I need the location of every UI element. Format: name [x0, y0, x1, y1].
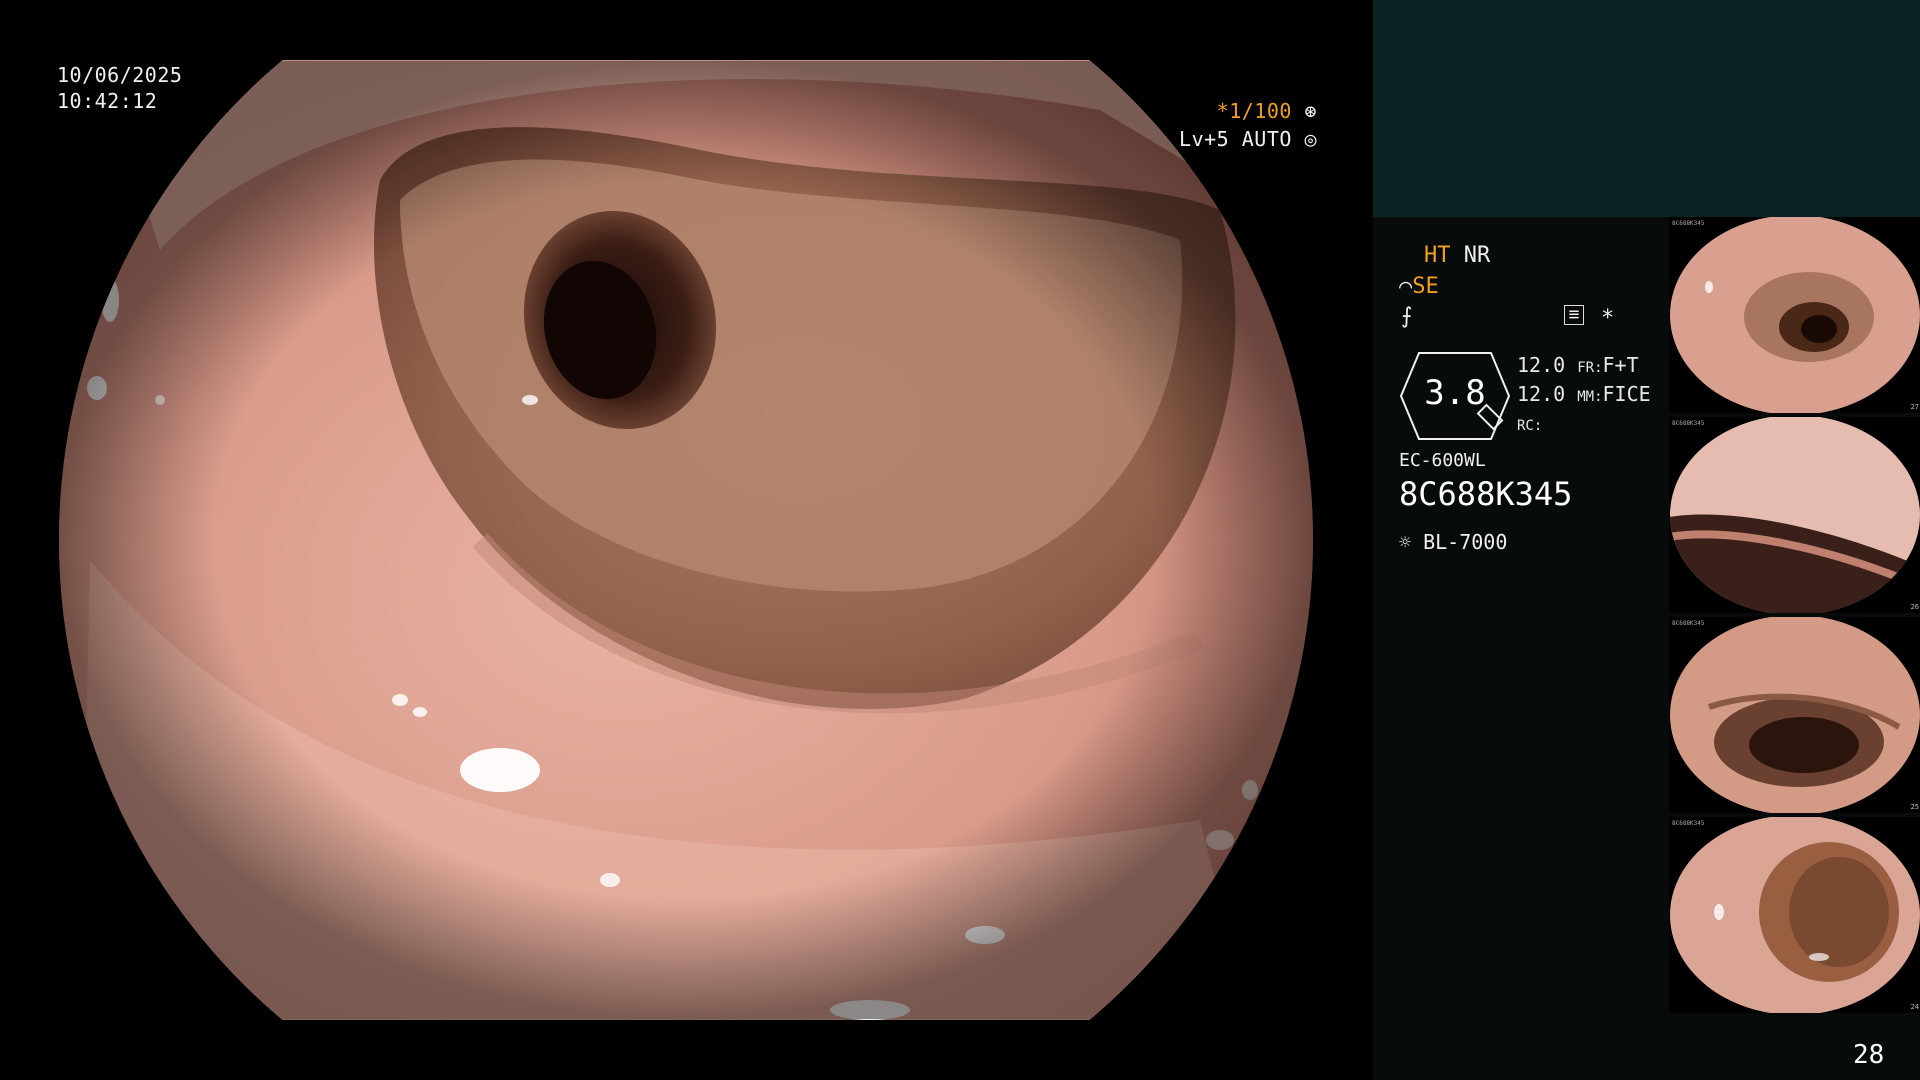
setting-val: F+T	[1602, 353, 1639, 377]
endoscopic-image	[59, 60, 1313, 1020]
shutter-readout: *1/100 ⊛	[1217, 98, 1317, 124]
endoscope-view: 10/06/2025 10:42:12 *1/100 ⊛ Lv+5 AUTO ◎	[0, 0, 1373, 1080]
settings-row: 12.0 MM:FICE	[1517, 381, 1651, 410]
thumbnail[interactable]: 8C688K345 24	[1669, 817, 1920, 1013]
light-source-row: ☼ BL-7000	[1399, 530, 1507, 554]
aperture-icon: ⊛	[1304, 99, 1317, 123]
light-source-icon: ☼	[1399, 530, 1412, 554]
capture-time: 10:42:12	[57, 89, 158, 113]
image-counter: 28	[1853, 1040, 1885, 1070]
mode-row-2: ⌒SE	[1399, 274, 1439, 299]
iris-level: Lv+5 AUTO	[1179, 127, 1292, 151]
settings-row: RC:	[1517, 410, 1651, 439]
thumbnail-number: 27	[1910, 403, 1919, 411]
thumbnail-image	[1670, 417, 1920, 613]
nr-mode: NR	[1463, 243, 1491, 268]
thumbnail-number: 26	[1910, 603, 1919, 611]
ht-mode: HT	[1424, 243, 1451, 268]
thumbnail-serial: 8C688K345	[1672, 620, 1705, 627]
zoom-badge: 3.8	[1399, 351, 1511, 441]
zoom-value: 3.8	[1424, 373, 1486, 413]
scope-serial: 8C688K345	[1399, 475, 1573, 513]
info-panel: HT NR ⌒SE ⨍ ≡ * 3.8 12.0 FR:F+T 12.0 MM:…	[1373, 0, 1920, 1080]
mode-row-1: HT NR	[1424, 243, 1490, 268]
iris-icon: ◎	[1304, 127, 1317, 151]
thumbnail[interactable]: 8C688K345 26	[1669, 417, 1920, 613]
settings-icon: ≡	[1564, 305, 1584, 325]
setting-value: 12.0	[1517, 382, 1566, 406]
setting-key: MM:	[1577, 389, 1603, 405]
se-mode: SE	[1412, 274, 1439, 299]
structure-icon: ⌒	[1399, 274, 1413, 299]
settings-table: 12.0 FR:F+T 12.0 MM:FICE RC:	[1517, 352, 1651, 439]
iris-readout: Lv+5 AUTO ◎	[1179, 126, 1317, 152]
light-source-model: BL-7000	[1423, 530, 1508, 554]
thumbnail-image	[1670, 817, 1920, 1013]
thumbnail-image	[1670, 217, 1920, 413]
settings-row: 12.0 FR:F+T	[1517, 352, 1651, 381]
panel-header-area	[1373, 0, 1920, 217]
scope-model: EC-600WL	[1399, 450, 1486, 471]
setting-key: RC:	[1517, 418, 1543, 434]
filter-icon: ⨍	[1401, 304, 1413, 329]
setting-value: 12.0	[1517, 353, 1566, 377]
shutter-speed: *1/100	[1216, 99, 1292, 123]
capture-date: 10/06/2025	[57, 63, 183, 87]
thumbnail[interactable]: 8C688K345 27	[1669, 217, 1920, 413]
thumbnail-image	[1670, 617, 1920, 813]
thumbnail-serial: 8C688K345	[1672, 420, 1705, 427]
thumbnail-serial: 8C688K345	[1672, 220, 1705, 227]
setting-key: FR:	[1577, 360, 1603, 376]
thumbnail-serial: 8C688K345	[1672, 820, 1705, 827]
thumbnail[interactable]: 8C688K345 25	[1669, 617, 1920, 813]
thumbnail-number: 25	[1910, 803, 1919, 811]
extra-mark: *	[1601, 306, 1615, 331]
thumbnail-number: 24	[1910, 1003, 1919, 1011]
setting-val: FICE	[1602, 382, 1651, 406]
